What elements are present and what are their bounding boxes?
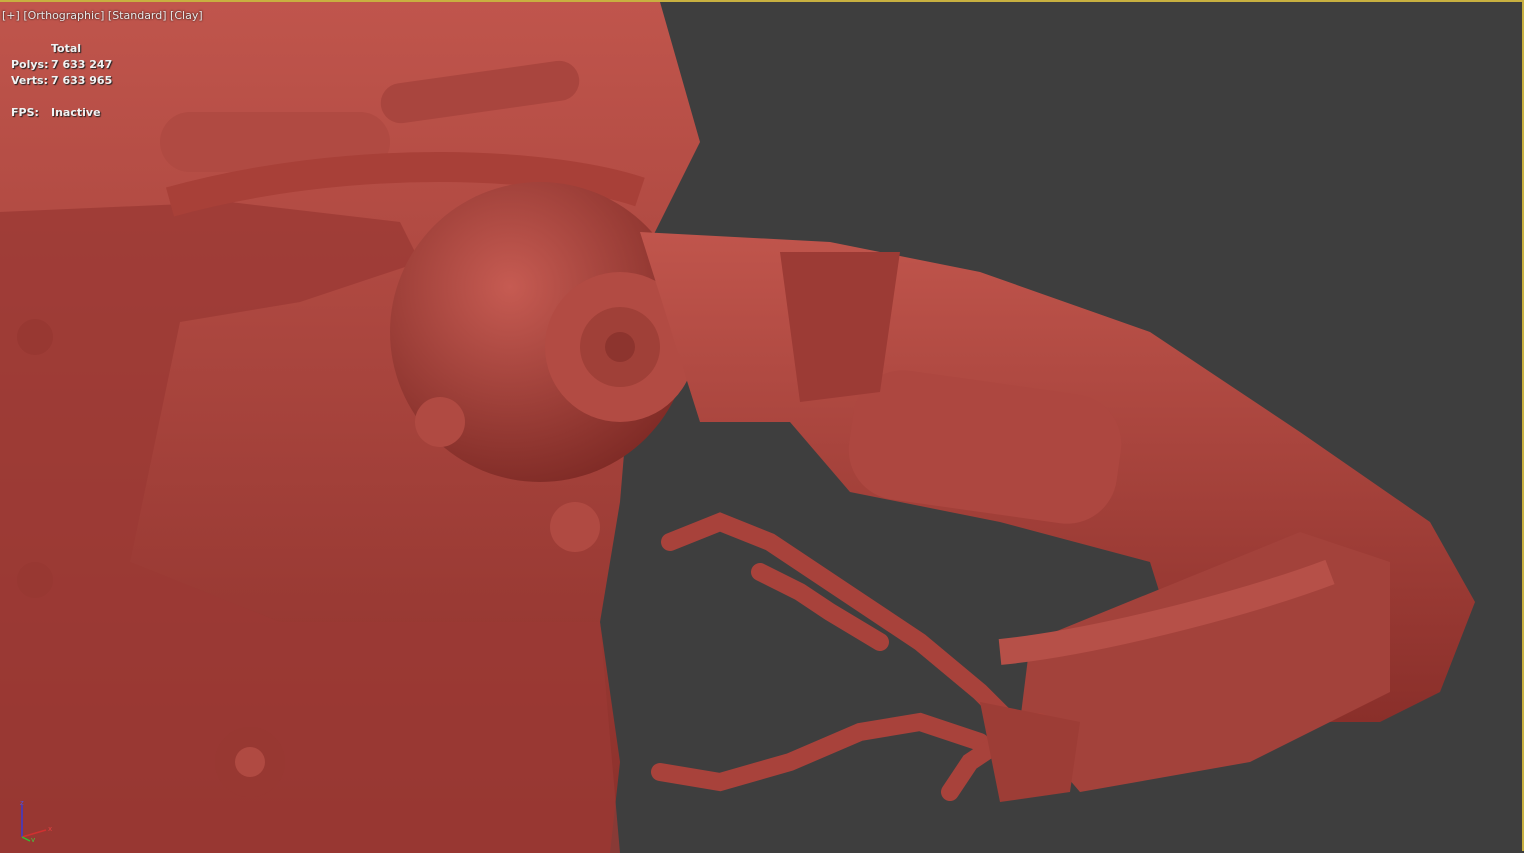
axis-y-label: y [31, 836, 35, 842]
polys-value: 7 633 247 [51, 58, 113, 71]
fps-value: Inactive [51, 106, 101, 119]
viewport-plus-menu[interactable]: [+] [2, 9, 20, 22]
clay-model-robot-arm[interactable] [0, 2, 1524, 853]
viewport-shading-menu[interactable]: [Standard] [108, 9, 167, 22]
viewport-style-menu[interactable]: [Clay] [170, 9, 203, 22]
viewport-label-menu: [+] [Orthographic] [Standard] [Clay] [2, 9, 203, 22]
fps-label: FPS: [11, 106, 39, 119]
statistics-overlay: Total Polys: 7 633 247 Verts: 7 633 965 FP… [11, 41, 112, 121]
axis-gizmo-icon: z x y [20, 799, 52, 842]
viewport-view-menu[interactable]: [Orthographic] [23, 9, 104, 22]
axis-x-label: x [48, 825, 52, 833]
axis-z-label: z [20, 799, 24, 807]
stats-header: Total [51, 42, 82, 55]
verts-label: Verts: [11, 74, 49, 87]
viewport[interactable]: [+] [Orthographic] [Standard] [Clay] Tot… [0, 0, 1524, 853]
verts-value: 7 633 965 [51, 74, 113, 87]
polys-label: Polys: [11, 58, 49, 71]
